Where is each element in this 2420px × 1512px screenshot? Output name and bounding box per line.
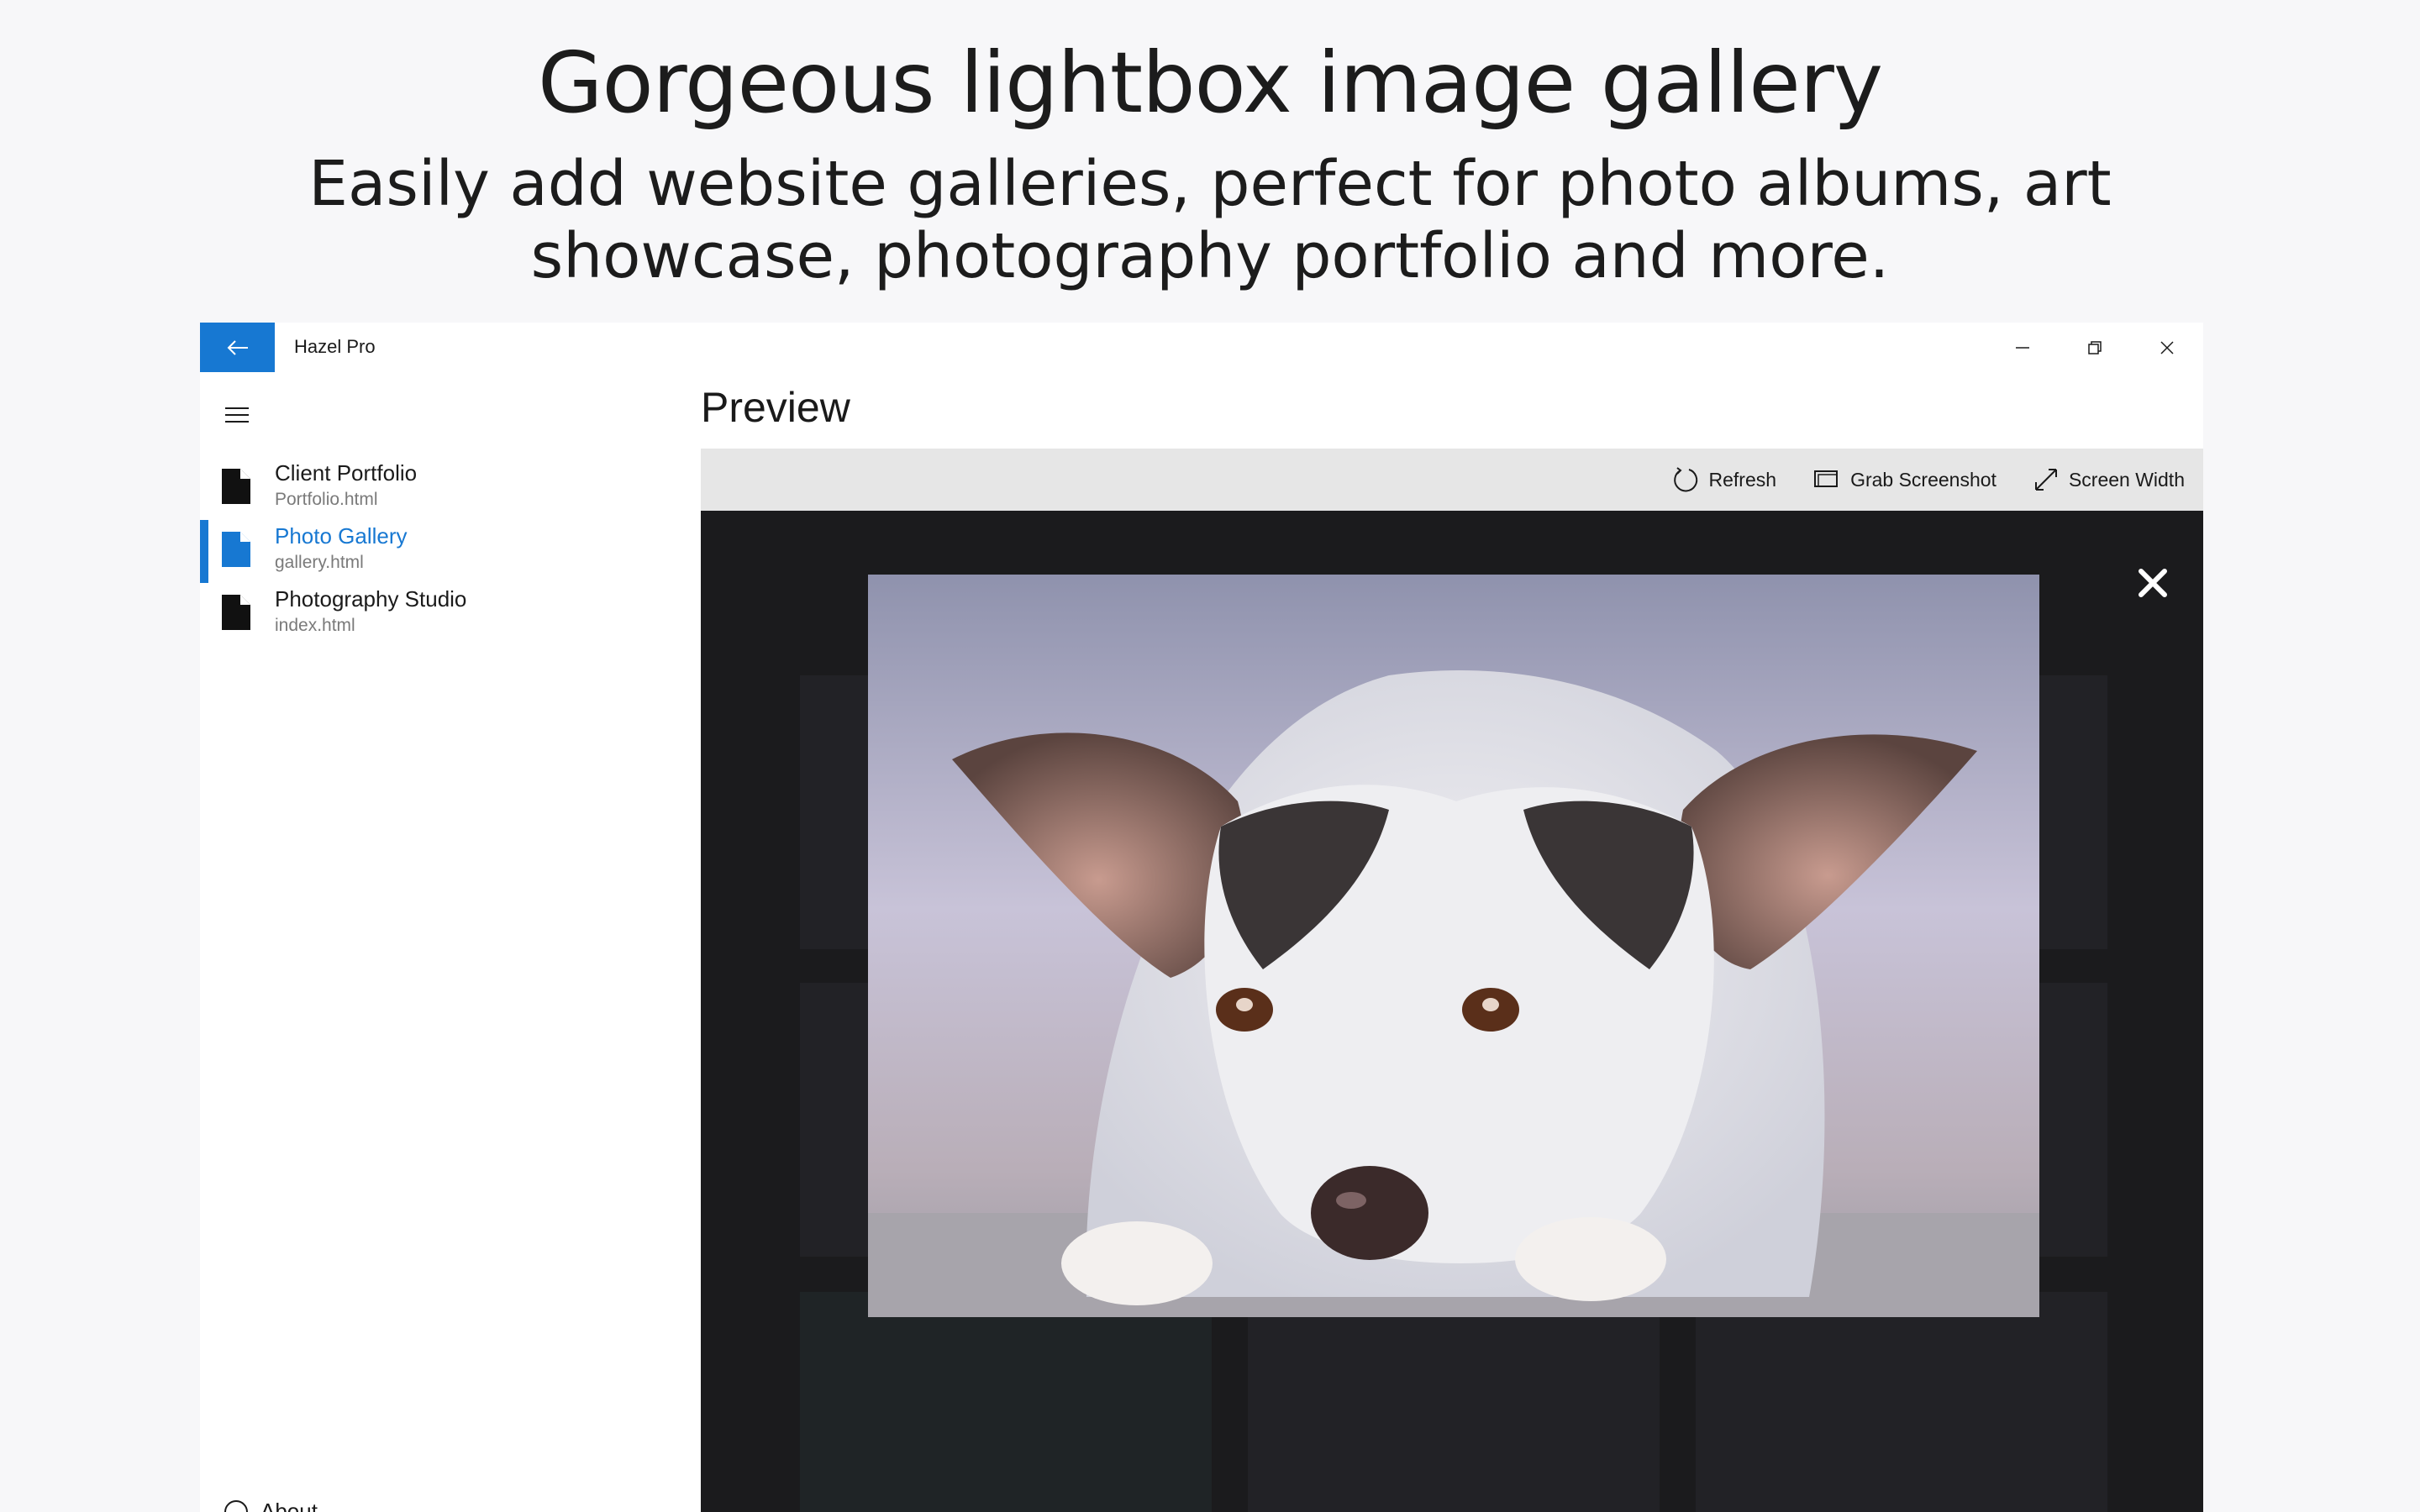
app-window: Hazel Pro Client Portfolio Portfolio.htm… <box>200 323 2203 1512</box>
file-item-photography-studio[interactable]: Photography Studio index.html <box>200 583 687 646</box>
app-title: Hazel Pro <box>294 336 376 357</box>
file-name: Photo Gallery <box>275 523 408 549</box>
dog-photo <box>868 575 2039 1317</box>
file-path: Portfolio.html <box>275 490 378 509</box>
hamburger-icon <box>225 407 249 423</box>
about-button[interactable]: About <box>224 1499 318 1512</box>
file-icon <box>222 595 250 630</box>
restore-button[interactable] <box>2059 323 2131 372</box>
hamburger-menu-button[interactable] <box>224 402 250 428</box>
gallery-thumbnail[interactable] <box>1696 1292 2107 1512</box>
screen-width-label: Screen Width <box>2068 468 2185 491</box>
file-icon <box>222 469 250 504</box>
file-icon <box>222 532 250 567</box>
info-icon <box>224 1499 248 1512</box>
file-name: Photography Studio <box>275 586 467 612</box>
promo-title: Gorgeous lightbox image gallery <box>537 34 1883 132</box>
close-button[interactable] <box>2131 323 2203 372</box>
back-arrow-icon <box>227 339 248 355</box>
restore-icon <box>2088 340 2102 354</box>
refresh-icon <box>1673 467 1697 492</box>
close-icon <box>2160 340 2174 354</box>
refresh-label: Refresh <box>1708 468 1777 491</box>
file-list: Client Portfolio Portfolio.html Photo Ga… <box>200 457 687 646</box>
minimize-button[interactable] <box>1986 323 2059 372</box>
grab-screenshot-button[interactable]: Grab Screenshot <box>1813 469 1996 491</box>
file-item-client-portfolio[interactable]: Client Portfolio Portfolio.html <box>200 457 687 520</box>
file-path: gallery.html <box>275 553 364 572</box>
gallery-thumbnail[interactable] <box>800 1292 1212 1512</box>
page-heading: Preview <box>701 384 850 431</box>
file-item-photo-gallery[interactable]: Photo Gallery gallery.html <box>200 520 687 583</box>
file-name: Client Portfolio <box>275 460 418 486</box>
resize-diagonal-icon <box>2034 469 2057 491</box>
grab-screenshot-label: Grab Screenshot <box>1850 468 1996 491</box>
back-button[interactable] <box>200 323 275 372</box>
preview-pane <box>701 511 2203 1512</box>
lightbox-image[interactable] <box>868 575 2039 1317</box>
file-path: index.html <box>275 616 355 635</box>
lightbox-close-icon[interactable] <box>2138 568 2168 598</box>
minimize-icon <box>2016 346 2029 349</box>
window-controls <box>1986 323 2203 372</box>
screenshot-icon <box>1814 470 1839 487</box>
promo-subtitle: Easily add website galleries, perfect fo… <box>308 148 2112 292</box>
preview-toolbar: Refresh Grab Screenshot Screen Width <box>701 449 2203 511</box>
screen-width-button[interactable]: Screen Width <box>2033 467 2185 492</box>
gallery-thumbnail[interactable] <box>1248 1292 1660 1512</box>
about-label: About <box>260 1499 318 1512</box>
refresh-button[interactable]: Refresh <box>1672 466 1777 493</box>
